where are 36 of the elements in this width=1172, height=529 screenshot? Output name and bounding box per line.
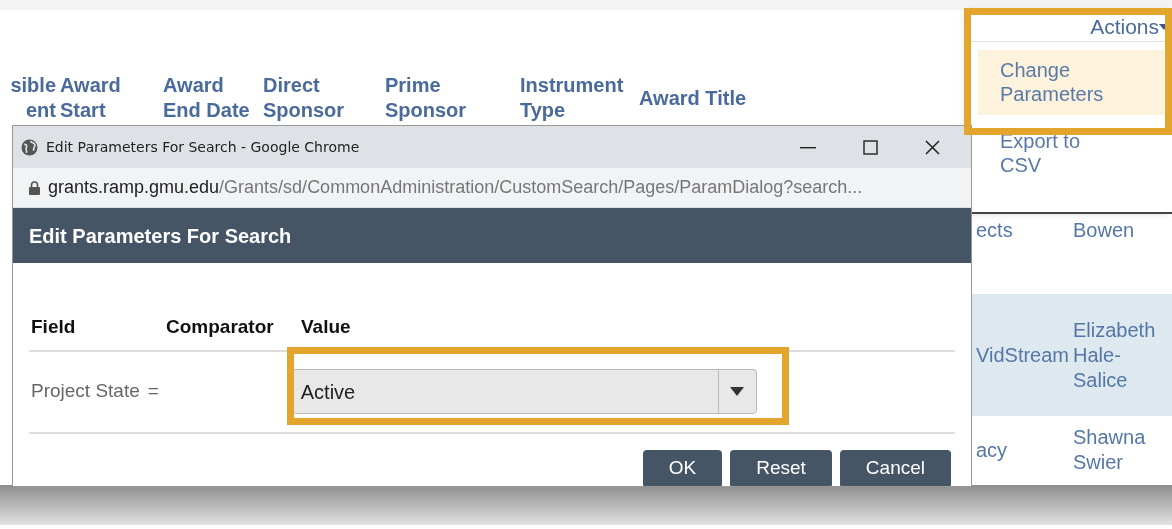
- close-icon: [924, 140, 940, 155]
- minimize-icon: [800, 146, 816, 149]
- column-header: Prime Sponsor: [385, 73, 468, 123]
- column-header: Award Title: [639, 85, 748, 111]
- address-url: grants.ramp.gmu.edu/Grants/sd/CommonAdministration/CustomSearch/Pages/ParamDialog?search...: [48, 176, 863, 199]
- table-row[interactable]: ects Bowen: [968, 210, 1172, 294]
- comparator-label: =: [147, 379, 160, 404]
- column-header: Comparator: [166, 315, 275, 339]
- column-header: Award Start: [60, 73, 122, 123]
- maximize-icon: [862, 140, 878, 155]
- column-header: Field: [30, 315, 77, 339]
- field-label: Project State: [30, 379, 140, 404]
- window-title: Edit Parameters For Search - Google Chrome: [46, 137, 361, 157]
- column-header: Direct Sponsor: [263, 73, 346, 123]
- menu-item[interactable]: Export to CSV: [978, 120, 1128, 186]
- dialog-button[interactable]: OK: [642, 449, 723, 486]
- column-header: Award End Date: [163, 73, 251, 123]
- table-cell-text: Shawna Swier: [1073, 425, 1147, 475]
- dialog-button[interactable]: Cancel: [839, 449, 951, 486]
- dropdown-arrow-icon: [730, 387, 745, 396]
- table-cell-text: VidStream: [975, 342, 1070, 368]
- table-cell-text: Bowen: [1073, 218, 1136, 243]
- globe-icon: [21, 138, 38, 156]
- actions-menu-button[interactable]: Actions: [1090, 10, 1169, 43]
- table-cell-text: ects: [975, 218, 1014, 243]
- menu-item[interactable]: Change Parameters: [978, 50, 1164, 115]
- dialog-button[interactable]: Reset: [730, 449, 832, 486]
- table-cell-text: Elizabeth Hale-Salice: [1073, 317, 1157, 393]
- table-cell-text: acy: [975, 437, 1009, 463]
- column-header: sible ent: [9, 73, 57, 123]
- column-header: Value: [301, 315, 351, 339]
- dialog-title: Edit Parameters For Search: [29, 223, 292, 249]
- column-header: Instrument Type: [520, 73, 625, 123]
- value-dropdown[interactable]: Active: [291, 369, 757, 414]
- lock-icon: [29, 180, 40, 195]
- table-row[interactable]: acy Shawna Swier: [968, 416, 1172, 484]
